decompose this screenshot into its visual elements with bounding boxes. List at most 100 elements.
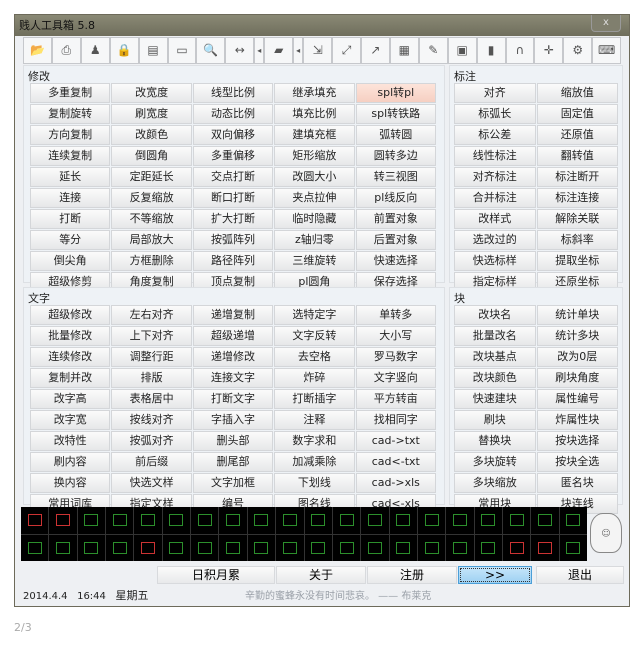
text-button[interactable]: 连接文字 (192, 368, 274, 388)
dimension-button[interactable]: 改样式 (454, 209, 536, 229)
dimension-button[interactable]: 选改过的 (454, 230, 536, 250)
drawing-tool-icon[interactable] (49, 507, 77, 534)
dimension-button[interactable]: 合并标注 (454, 188, 536, 208)
text-button[interactable]: 删尾部 (192, 452, 274, 472)
text-button[interactable]: 注释 (274, 410, 355, 430)
modify-button[interactable]: pl线反向 (355, 188, 436, 208)
drawing-tool-icon[interactable] (134, 534, 162, 561)
drawing-tool-icon[interactable] (77, 507, 106, 534)
drawing-tool-icon[interactable] (21, 507, 49, 534)
move-icon[interactable]: ⇲ (303, 37, 333, 64)
brush-icon[interactable]: ♟ (80, 37, 110, 64)
text-button[interactable]: 罗马数字 (355, 347, 436, 367)
tips-button[interactable]: 日积月累 (157, 566, 275, 584)
modify-button[interactable]: 连续复制 (30, 146, 111, 166)
drawing-tool-icon[interactable] (49, 534, 77, 561)
modify-button[interactable]: 临时隐藏 (274, 209, 355, 229)
text-button[interactable]: 上下对齐 (111, 326, 192, 346)
block-button[interactable]: 批量改名 (454, 326, 536, 346)
modify-button[interactable]: 转三视图 (355, 167, 436, 187)
text-button[interactable]: 删头部 (192, 431, 274, 451)
modify-button[interactable]: 夹点拉伸 (274, 188, 355, 208)
text-button[interactable]: 单转多 (355, 305, 436, 325)
block-button[interactable]: 炸属性块 (536, 410, 618, 430)
drawing-tool-icon[interactable] (219, 534, 247, 561)
modify-button[interactable]: 不等缩放 (111, 209, 192, 229)
dimension-button[interactable]: 还原值 (536, 125, 618, 145)
drawing-tool-icon[interactable] (417, 507, 446, 534)
window-icon[interactable]: ▭ (167, 37, 197, 64)
drawing-tool-icon[interactable] (106, 534, 134, 561)
text-button[interactable]: 改字宽 (30, 410, 111, 430)
modify-button[interactable]: 局部放大 (111, 230, 192, 250)
block-button[interactable]: 改块名 (454, 305, 536, 325)
block-button[interactable]: 替换块 (454, 431, 536, 451)
block-button[interactable]: 刷块角度 (536, 368, 618, 388)
drawing-tool-icon[interactable] (191, 534, 219, 561)
text-button[interactable]: 去空格 (274, 347, 355, 367)
modify-button[interactable]: 刷宽度 (111, 104, 192, 124)
dimension-icon[interactable]: ↔ (225, 37, 255, 64)
text-button[interactable]: 调整行距 (111, 347, 192, 367)
drawing-tool-icon[interactable] (531, 534, 559, 561)
modify-button[interactable]: spl转pl (355, 83, 436, 103)
modify-button[interactable]: 后置对象 (355, 230, 436, 250)
dimension-button[interactable]: 线性标注 (454, 146, 536, 166)
drawing-tool-icon[interactable] (276, 534, 304, 561)
about-button[interactable]: 关于 (276, 566, 366, 584)
dimension-button[interactable]: 缩放值 (536, 83, 618, 103)
block-button[interactable]: 多块旋转 (454, 452, 536, 472)
register-button[interactable]: 注册 (367, 566, 457, 584)
text-button[interactable]: 复制并改 (30, 368, 111, 388)
dimension-button[interactable]: 固定值 (536, 104, 618, 124)
modify-button[interactable]: 多重复制 (30, 83, 111, 103)
dimension-button[interactable]: 标斜率 (536, 230, 618, 250)
modify-button[interactable]: 定距延长 (111, 167, 192, 187)
text-button[interactable]: 递增复制 (192, 305, 274, 325)
text-button[interactable]: 字插入字 (192, 410, 274, 430)
text-button[interactable]: 文字竖向 (355, 368, 436, 388)
modify-button[interactable]: 改宽度 (111, 83, 192, 103)
modify-button[interactable]: 断口打断 (192, 188, 274, 208)
print-icon[interactable]: ⎙ (51, 37, 81, 64)
text-button[interactable]: 快选文样 (111, 473, 192, 493)
modify-button[interactable]: 圆转多边 (355, 146, 436, 166)
dimension-button[interactable]: 解除关联 (536, 209, 618, 229)
drawing-tool-icon[interactable] (304, 507, 332, 534)
text-button[interactable]: 选特定字 (274, 305, 355, 325)
drawing-tool-icon[interactable] (332, 534, 361, 561)
text-button[interactable]: 平方转亩 (355, 389, 436, 409)
text-button[interactable]: 加减乘除 (274, 452, 355, 472)
modify-button[interactable]: 改颜色 (111, 125, 192, 145)
text-button[interactable]: 改字高 (30, 389, 111, 409)
text-button[interactable]: 批量修改 (30, 326, 111, 346)
modify-button[interactable]: 按弧阵列 (192, 230, 274, 250)
drawing-tool-icon[interactable] (502, 507, 531, 534)
drawing-tool-icon[interactable] (77, 534, 106, 561)
dimension-button[interactable]: 标注断开 (536, 167, 618, 187)
modify-button[interactable]: 路径阵列 (192, 251, 274, 271)
drawing-tool-icon[interactable] (247, 534, 276, 561)
keyboard-icon[interactable]: ⌨ (592, 37, 622, 64)
dimension-button[interactable]: 快选标样 (454, 251, 536, 271)
dimension-button[interactable]: 提取坐标 (536, 251, 618, 271)
text-button[interactable]: 前后缀 (111, 452, 192, 472)
modify-button[interactable]: 交点打断 (192, 167, 274, 187)
arrow-left-icon[interactable]: ◂ (293, 37, 304, 64)
text-button[interactable]: 下划线 (274, 473, 355, 493)
dimension-button[interactable]: 对齐 (454, 83, 536, 103)
block-button[interactable]: 按块全选 (536, 452, 618, 472)
text-button[interactable]: cad->txt (355, 431, 436, 451)
modify-button[interactable]: spl转铁路 (355, 104, 436, 124)
drawing-tool-icon[interactable] (162, 507, 191, 534)
drawing-tool-icon[interactable] (417, 534, 446, 561)
modify-button[interactable]: 打断 (30, 209, 111, 229)
dwg-icon[interactable]: ▤ (138, 37, 168, 64)
text-button[interactable]: 数字求和 (274, 431, 355, 451)
text-button[interactable]: 连续修改 (30, 347, 111, 367)
modify-button[interactable]: 双向偏移 (192, 125, 274, 145)
modify-button[interactable]: 线型比例 (192, 83, 274, 103)
text-button[interactable]: 按弧对齐 (111, 431, 192, 451)
text-button[interactable]: 排版 (111, 368, 192, 388)
modify-button[interactable]: 弧转圆 (355, 125, 436, 145)
